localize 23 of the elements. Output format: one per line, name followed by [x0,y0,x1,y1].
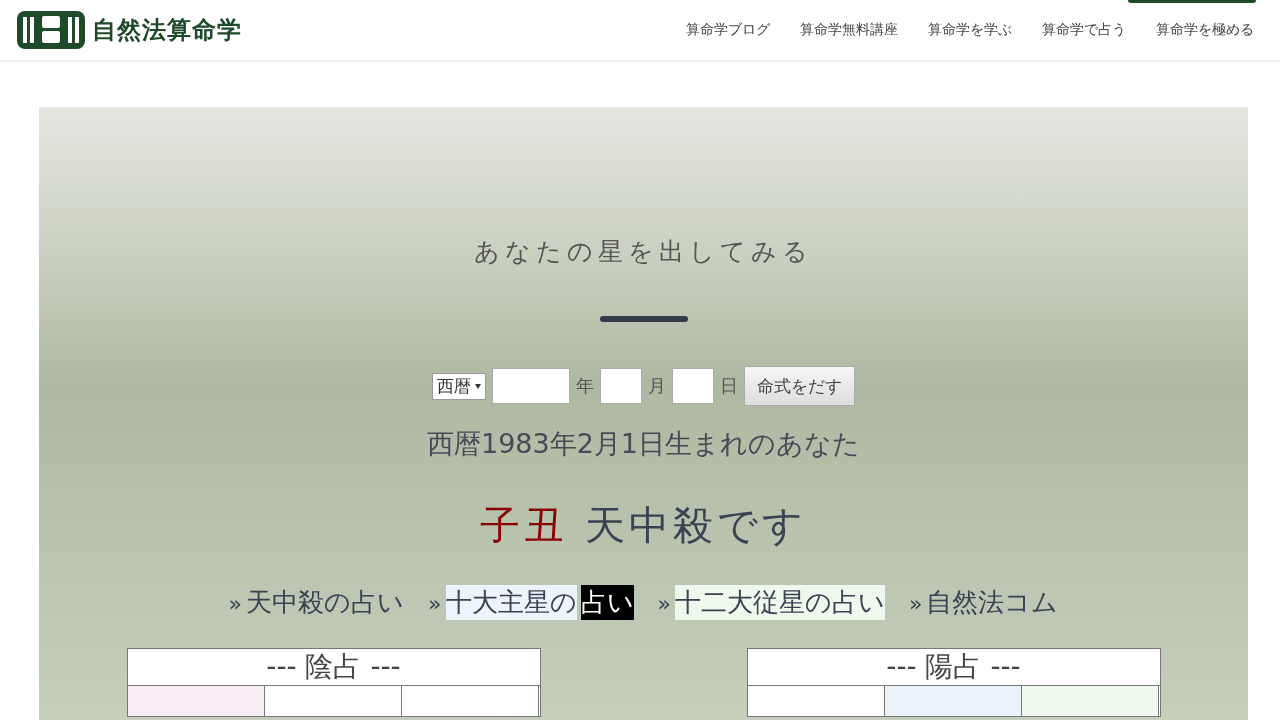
dropdown-caret-icon [475,383,481,389]
birth-date-text: 西暦1983年2月1日生まれのあなた [426,427,861,461]
era-dropdown[interactable]: 西暦 [432,372,486,400]
section-title: あなたの星を出してみる [474,236,813,268]
table-heading: --- 陰占 --- [265,649,402,685]
nav-link[interactable]: 算命学ブログ [686,21,770,39]
result-heading: 子丑 天中殺です [480,501,807,550]
nav-link[interactable]: 算命学を学ぶ [928,21,1012,39]
fortune-link[interactable]: »天中殺の占い [228,585,405,620]
fortune-link[interactable]: »自然法コム [908,585,1059,620]
day-label: 日 [720,374,738,398]
nav-link[interactable]: 算命学を極める [1156,21,1254,39]
site-logo-text[interactable]: 自然法算命学 [92,14,242,46]
table-heading: --- 陽占 --- [885,649,1022,685]
month-input[interactable] [600,368,642,404]
nav-link[interactable]: 算命学で占う [1042,21,1126,39]
submit-button[interactable]: 命式をだす [744,366,855,406]
month-label: 月 [648,374,666,398]
day-input[interactable] [672,368,714,404]
year-label: 年 [576,374,594,398]
year-input[interactable] [492,368,570,404]
logo-icon[interactable] [16,8,86,52]
nav-link[interactable]: 算命学無料講座 [800,21,898,39]
